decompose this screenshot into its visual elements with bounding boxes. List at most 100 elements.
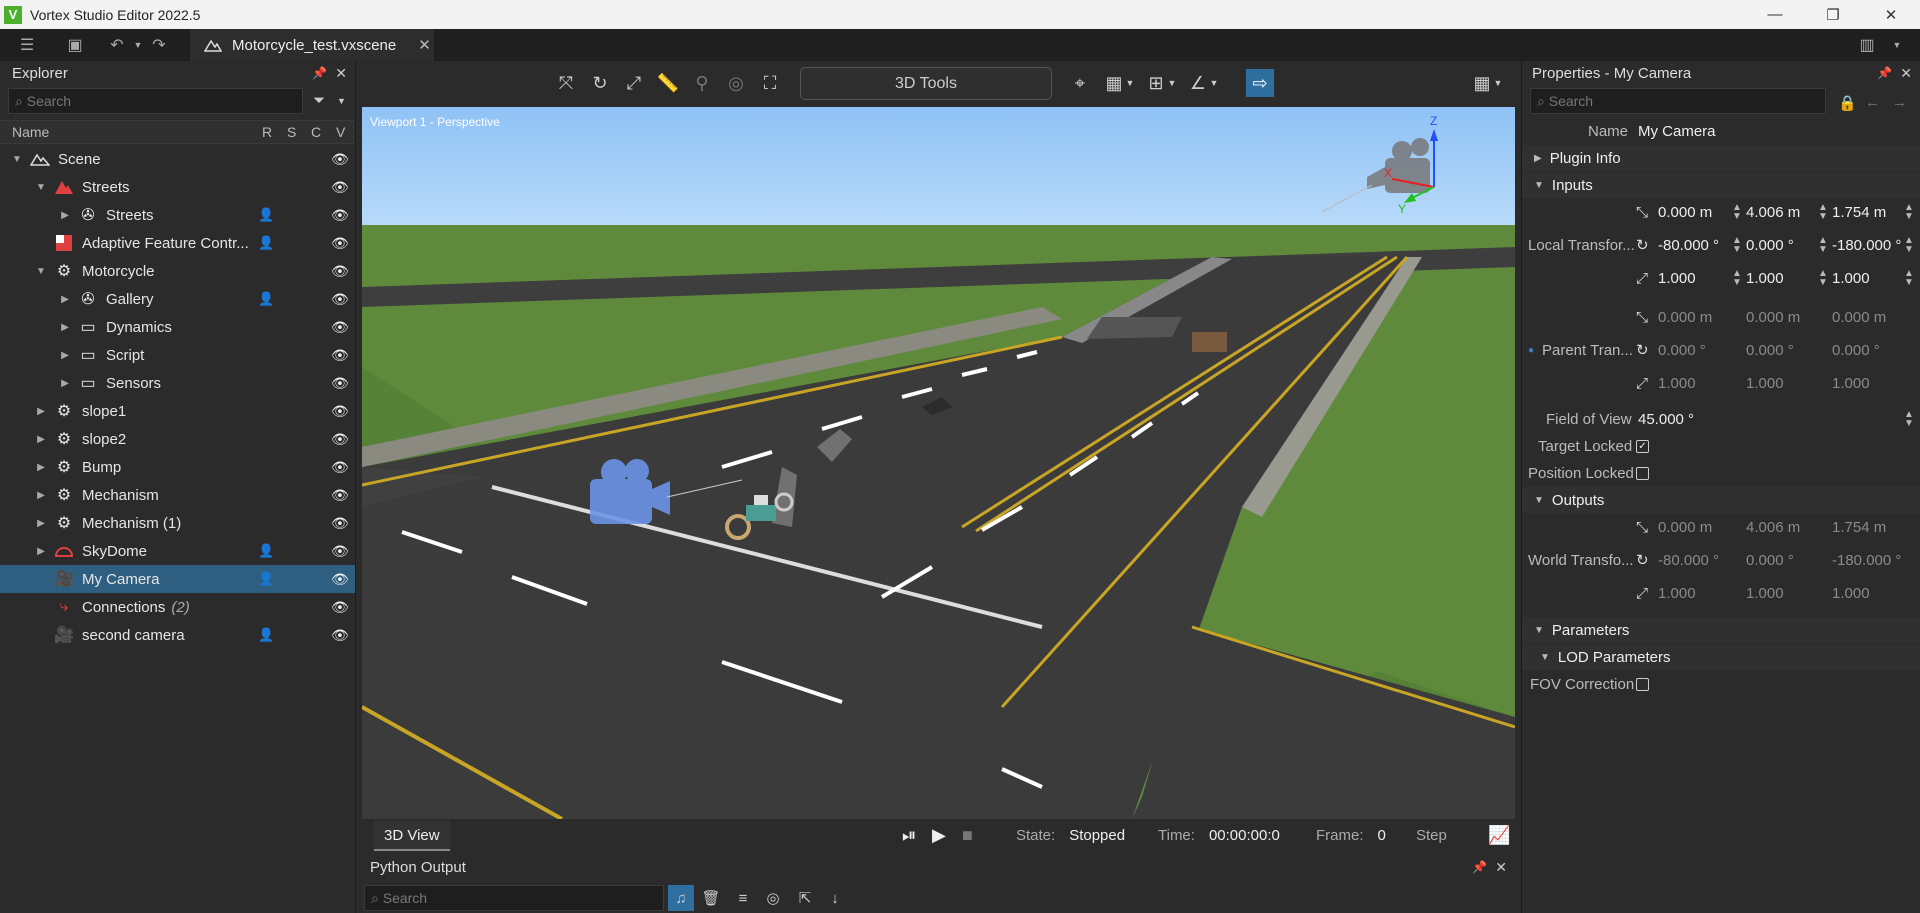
expand-arrow-icon[interactable]: ▼: [34, 266, 48, 277]
tree-item-streets-gallery[interactable]: ▶ ✇ Streets 👤 👁: [0, 201, 355, 229]
step-button[interactable]: Step: [1416, 827, 1447, 844]
visibility-eye-icon[interactable]: 👁: [331, 319, 349, 336]
close-icon[interactable]: ✕: [1900, 65, 1912, 82]
save-icon[interactable]: ▣: [60, 30, 90, 60]
spinner-icon[interactable]: ▲ ▼: [1818, 269, 1828, 288]
forward-arrow-icon[interactable]: →: [1892, 94, 1907, 111]
tree-item-streets[interactable]: ▼ Streets 👁: [0, 173, 355, 201]
tree-item-motorcycle[interactable]: ▼ ⚙ Motorcycle 👁: [0, 257, 355, 285]
visibility-eye-icon[interactable]: 👁: [331, 431, 349, 448]
snap-tool-icon[interactable]: ◎: [722, 69, 750, 97]
local-ry[interactable]: 0.000 °: [1746, 237, 1794, 254]
scene-render[interactable]: Z X Y: [362, 107, 1515, 819]
spinner-icon[interactable]: ▲ ▼: [1904, 236, 1914, 255]
tree-item-sensors[interactable]: ▶ ▭ Sensors 👁: [0, 369, 355, 397]
rotate-tool-icon[interactable]: ↻: [586, 69, 614, 97]
measure-tool-icon[interactable]: 📏: [654, 69, 682, 97]
local-sy[interactable]: 1.000: [1746, 270, 1784, 287]
local-sz[interactable]: 1.000: [1832, 270, 1870, 287]
spinner-icon[interactable]: ▲ ▼: [1904, 269, 1914, 288]
scale-tool-icon[interactable]: ⤢: [620, 69, 648, 97]
local-ty[interactable]: 4.006 m: [1746, 204, 1800, 221]
undo-dropdown-icon[interactable]: ▼: [132, 30, 144, 60]
layout-dropdown-icon[interactable]: ▼: [1882, 30, 1912, 60]
python-search-input[interactable]: ⌕ Search: [364, 885, 664, 911]
display-toggle-icon[interactable]: ⇨: [1246, 69, 1274, 97]
section-inputs[interactable]: ▼ Inputs: [1522, 172, 1920, 198]
scroll-down-icon[interactable]: ↓: [822, 885, 848, 911]
crosshair-icon[interactable]: ⌖: [1066, 69, 1094, 97]
filter-dropdown-icon[interactable]: ▼: [337, 96, 346, 106]
visibility-eye-icon[interactable]: 👁: [331, 179, 349, 196]
position-locked-checkbox[interactable]: [1636, 466, 1649, 480]
spinner-icon[interactable]: ▲ ▼: [1732, 236, 1742, 255]
tree-item-second-camera[interactable]: 🎥 second camera 👤 👁: [0, 621, 355, 649]
hamburger-icon[interactable]: ☰: [12, 30, 42, 60]
tree-item-adaptive-feature[interactable]: Adaptive Feature Contr... 👤 👁: [0, 229, 355, 257]
redo-icon[interactable]: ↷: [144, 30, 174, 60]
section-lod-parameters[interactable]: ▼ LOD Parameters: [1522, 644, 1920, 670]
pin-icon[interactable]: 📌: [1472, 860, 1487, 874]
fov-value[interactable]: 45.000 °: [1638, 411, 1694, 428]
tree-item-dynamics[interactable]: ▶ ▭ Dynamics 👁: [0, 313, 355, 341]
visibility-eye-icon[interactable]: 👁: [331, 291, 349, 308]
column-name[interactable]: Name: [12, 124, 49, 140]
expand-arrow-icon[interactable]: ▶: [58, 378, 72, 389]
visibility-eye-icon[interactable]: 👁: [331, 459, 349, 476]
visibility-eye-icon[interactable]: 👁: [331, 543, 349, 560]
target-icon[interactable]: ◎: [760, 885, 786, 911]
visibility-eye-icon[interactable]: 👁: [331, 151, 349, 168]
dropdown-icon[interactable]: ▼: [1208, 69, 1220, 97]
back-arrow-icon[interactable]: ←: [1865, 94, 1880, 111]
visibility-eye-icon[interactable]: 👁: [331, 207, 349, 224]
restore-button[interactable]: ❐: [1804, 0, 1862, 29]
filter-icon[interactable]: ⏷: [313, 92, 325, 109]
expand-arrow-icon[interactable]: ▶: [58, 350, 72, 361]
expand-arrow-icon[interactable]: ▶: [34, 406, 48, 417]
expand-arrow-icon[interactable]: ▶: [34, 518, 48, 529]
section-parameters[interactable]: ▼ Parameters: [1522, 617, 1920, 643]
section-outputs[interactable]: ▼ Outputs: [1522, 487, 1920, 513]
expand-arrow-icon[interactable]: ▶: [34, 490, 48, 501]
listen-icon[interactable]: ♫: [668, 885, 694, 911]
expand-arrow-icon[interactable]: ▶: [58, 322, 72, 333]
minimize-button[interactable]: —: [1746, 0, 1804, 29]
3d-tools-button[interactable]: 3D Tools: [800, 67, 1052, 100]
tab-3d-view[interactable]: 3D View: [374, 821, 450, 851]
tree-item-skydome[interactable]: ▶ SkyDome 👤 👁: [0, 537, 355, 565]
play-icon[interactable]: ▶: [932, 825, 946, 846]
close-icon[interactable]: ✕: [1495, 859, 1507, 876]
tree-item-script[interactable]: ▶ ▭ Script 👁: [0, 341, 355, 369]
fov-correction-checkbox[interactable]: [1636, 677, 1649, 691]
name-value[interactable]: My Camera: [1638, 123, 1716, 140]
visibility-eye-icon[interactable]: 👁: [331, 487, 349, 504]
column-c[interactable]: C: [311, 124, 321, 140]
visibility-eye-icon[interactable]: 👁: [331, 347, 349, 364]
tree-item-gallery[interactable]: ▶ ✇ Gallery 👤 👁: [0, 285, 355, 313]
spinner-icon[interactable]: ▲ ▼: [1904, 203, 1914, 222]
wrap-icon[interactable]: ≡: [730, 885, 756, 911]
step-play-icon[interactable]: ⏯: [902, 825, 916, 846]
pin-icon[interactable]: 📌: [1877, 66, 1892, 80]
tree-item-mechanism[interactable]: ▶ ⚙ Mechanism 👁: [0, 481, 355, 509]
visibility-eye-icon[interactable]: 👁: [331, 515, 349, 532]
close-tab-icon[interactable]: ✕: [418, 36, 431, 54]
local-tz[interactable]: 1.754 m: [1832, 204, 1886, 221]
graph-icon[interactable]: 📈: [1488, 825, 1510, 846]
properties-search-input[interactable]: ⌕ Search: [1530, 88, 1826, 114]
expand-arrow-icon[interactable]: ▶: [34, 434, 48, 445]
tree-item-scene[interactable]: ▼ Scene 👁: [0, 145, 355, 173]
trash-icon[interactable]: 🗑: [698, 885, 724, 911]
export-icon[interactable]: ⇱: [792, 885, 818, 911]
pin-icon[interactable]: 📌: [312, 66, 327, 80]
tree-item-bump[interactable]: ▶ ⚙ Bump 👁: [0, 453, 355, 481]
spinner-icon[interactable]: ▲ ▼: [1818, 203, 1828, 222]
spinner-icon[interactable]: ▲ ▼: [1732, 269, 1742, 288]
undo-icon[interactable]: ↶: [102, 30, 132, 60]
explorer-search-input[interactable]: ⌕ Search: [8, 88, 303, 114]
visibility-eye-icon[interactable]: 👁: [331, 403, 349, 420]
local-rx[interactable]: -80.000 °: [1658, 237, 1719, 254]
expand-arrow-icon[interactable]: ▼: [34, 182, 48, 193]
expand-arrow-icon[interactable]: ▶: [58, 210, 72, 221]
visibility-eye-icon[interactable]: 👁: [331, 599, 349, 616]
